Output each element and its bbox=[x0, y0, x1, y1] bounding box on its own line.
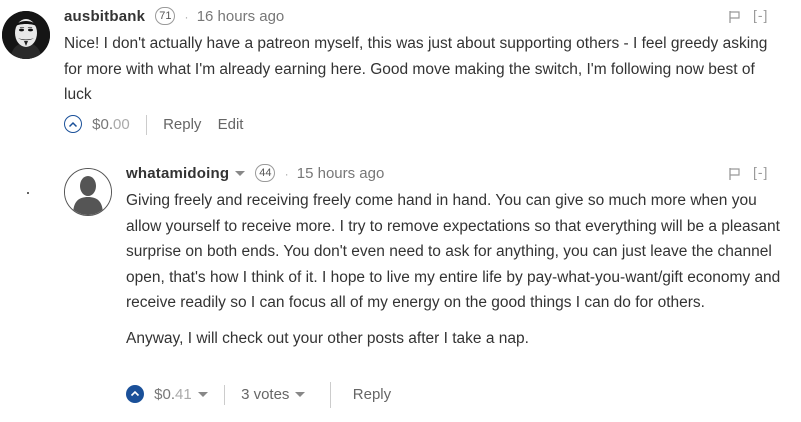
divider bbox=[223, 385, 225, 406]
comment-header: ausbitbank 71 · 16 hours ago bbox=[64, 6, 284, 28]
author-name[interactable]: ausbitbank bbox=[64, 8, 145, 25]
chevron-down-icon[interactable] bbox=[197, 391, 208, 397]
guy-fawkes-mask-icon bbox=[2, 11, 50, 59]
avatar[interactable] bbox=[64, 168, 112, 216]
chevron-up-icon bbox=[130, 390, 140, 397]
divider bbox=[329, 382, 331, 409]
chevron-down-icon[interactable] bbox=[235, 170, 246, 176]
stray-dot bbox=[27, 192, 29, 194]
reply-link[interactable]: Reply bbox=[163, 116, 201, 133]
comment-paragraph: Anyway, I will check out your other post… bbox=[126, 329, 529, 347]
separator-dot: · bbox=[184, 10, 189, 24]
upvote-button[interactable] bbox=[126, 385, 144, 404]
comment-body: Nice! I don't actually have a patreon my… bbox=[64, 31, 784, 108]
collapse-button[interactable]: [-] bbox=[753, 7, 768, 23]
payout-cents: 00 bbox=[113, 116, 130, 133]
edit-link[interactable]: Edit bbox=[218, 116, 244, 133]
votes-dropdown[interactable]: 3 votes bbox=[241, 386, 306, 403]
timestamp[interactable]: 15 hours ago bbox=[297, 165, 385, 182]
reply-link[interactable]: Reply bbox=[353, 386, 391, 403]
reputation-badge: 71 bbox=[155, 7, 176, 26]
comment-paragraph: Giving freely and receiving freely come … bbox=[126, 192, 781, 311]
payout-dollars: $0. bbox=[92, 116, 114, 133]
reputation-badge: 44 bbox=[255, 164, 276, 183]
comment-ausbitbank: ausbitbank 71 · 16 hours ago [-] Nice! I… bbox=[0, 0, 801, 150]
comment-footer: $0.41 3 votes Reply bbox=[126, 382, 391, 409]
comment-body: Giving freely and receiving freely come … bbox=[126, 188, 786, 361]
comment-paragraph: Nice! I don't actually have a patreon my… bbox=[64, 35, 768, 103]
chevron-down-icon bbox=[295, 391, 306, 397]
avatar[interactable] bbox=[2, 11, 50, 59]
author-name[interactable]: whatamidoing bbox=[126, 165, 229, 182]
comment-header: whatamidoing 44 · 15 hours ago bbox=[126, 163, 384, 185]
flag-icon[interactable] bbox=[728, 10, 742, 24]
flag-icon[interactable] bbox=[728, 167, 742, 181]
votes-count: 3 votes bbox=[241, 386, 290, 403]
payout-cents: 41 bbox=[175, 386, 192, 403]
payout-dollars: $0. bbox=[154, 386, 176, 403]
default-user-icon bbox=[65, 169, 111, 215]
payout-value[interactable]: $0.00 bbox=[92, 116, 130, 133]
chevron-up-icon bbox=[68, 121, 78, 128]
upvote-button[interactable] bbox=[64, 115, 82, 134]
comment-footer: $0.00 Reply Edit bbox=[64, 112, 243, 138]
payout-value[interactable]: $0.41 bbox=[154, 386, 208, 403]
collapse-button[interactable]: [-] bbox=[753, 164, 768, 180]
separator-dot: · bbox=[284, 167, 289, 181]
timestamp[interactable]: 16 hours ago bbox=[197, 8, 285, 25]
divider bbox=[145, 115, 147, 136]
